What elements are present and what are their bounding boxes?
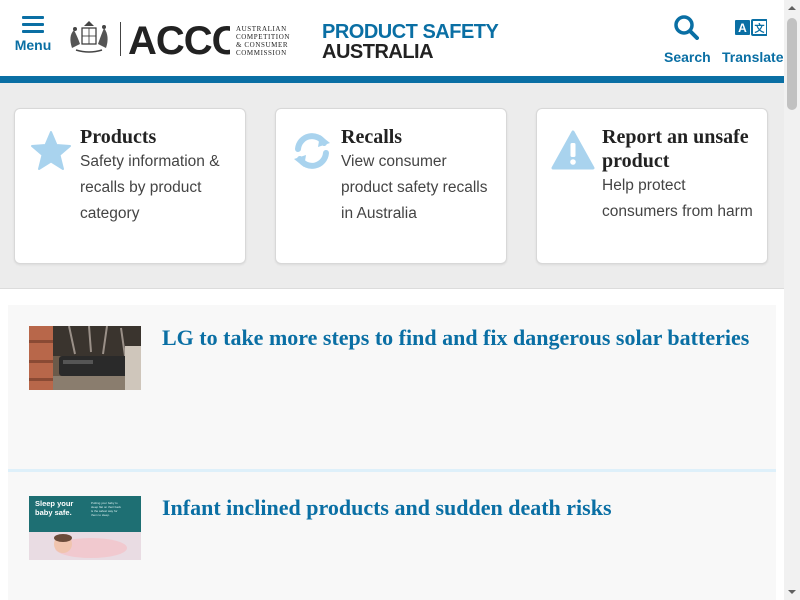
star-icon — [31, 131, 71, 170]
accc-subtitle-line: COMMISSION — [236, 49, 287, 57]
search-label: Search — [664, 49, 711, 65]
card-description: Help protect consumers from harm — [602, 177, 753, 220]
header-accent-bar — [0, 76, 784, 83]
accc-subtitle-line: COMPETITION — [236, 33, 291, 41]
quick-links-section: Products Safety information & recalls by… — [0, 83, 784, 289]
svg-text:ACCC: ACCC — [128, 20, 230, 58]
page-scrollbar[interactable] — [784, 0, 800, 600]
svg-text:文: 文 — [755, 22, 766, 35]
card-report-unsafe-product[interactable]: Report an unsafe product Help protect co… — [536, 108, 768, 264]
svg-text:Sleep your: Sleep your — [35, 499, 73, 508]
scroll-down-arrow-icon[interactable] — [784, 584, 800, 600]
search-icon — [674, 15, 699, 40]
news-item[interactable]: Sleep your baby safe. Putting your baby … — [8, 475, 776, 600]
accc-logo[interactable]: ACCC — [128, 20, 230, 58]
sleeping-baby-thumbnail[interactable]: Sleep your baby safe. Putting your baby … — [29, 496, 141, 560]
card-recalls[interactable]: Recalls View consumer product safety rec… — [275, 108, 507, 264]
site-subtitle[interactable]: AUSTRALIA — [322, 42, 434, 63]
coat-of-arms-icon — [70, 21, 108, 53]
card-products[interactable]: Products Safety information & recalls by… — [14, 108, 246, 264]
scrollbar-thumb[interactable] — [787, 18, 797, 110]
card-title: Products — [80, 126, 157, 148]
accc-subtitle: AUSTRALIAN COMPETITION & CONSUMER COMMIS… — [236, 25, 290, 57]
card-title: Report an unsafe product — [602, 126, 749, 172]
news-section: LG to take more steps to find and fix da… — [0, 290, 784, 600]
scroll-up-arrow-icon[interactable] — [784, 0, 800, 16]
site-title[interactable]: PRODUCT SAFETY — [322, 22, 499, 43]
solar-battery-thumbnail[interactable] — [29, 326, 141, 390]
news-item[interactable]: LG to take more steps to find and fix da… — [8, 305, 776, 472]
svg-text:them to sleep.: them to sleep. — [91, 513, 110, 517]
site-header: Menu ACCC AUSTRALIAN COMPETITION & CONSU… — [0, 0, 784, 76]
card-title: Recalls — [341, 126, 403, 148]
menu-label: Menu — [14, 37, 52, 53]
svg-text:baby safe.: baby safe. — [35, 508, 72, 517]
translate-icon: A 文 — [735, 19, 768, 36]
menu-button[interactable]: Menu — [14, 16, 52, 60]
accc-subtitle-line: & CONSUMER — [236, 41, 289, 49]
news-title-link[interactable]: LG to take more steps to find and fix da… — [162, 326, 762, 349]
accc-subtitle-line: AUSTRALIAN — [236, 25, 287, 33]
refresh-icon — [294, 133, 330, 169]
news-list: LG to take more steps to find and fix da… — [8, 305, 776, 600]
translate-label: Translate — [722, 49, 784, 65]
logo-divider — [120, 22, 121, 56]
news-title-link[interactable]: Infant inclined products and sudden deat… — [162, 496, 762, 519]
card-description: Safety information & recalls by product … — [80, 153, 220, 222]
hamburger-icon — [22, 16, 44, 33]
translate-button[interactable]: A 文 Translate — [722, 14, 784, 65]
svg-text:A: A — [738, 21, 747, 35]
search-button[interactable]: Search — [664, 14, 711, 65]
warning-icon — [551, 130, 595, 170]
card-description: View consumer product safety recalls in … — [341, 153, 488, 222]
